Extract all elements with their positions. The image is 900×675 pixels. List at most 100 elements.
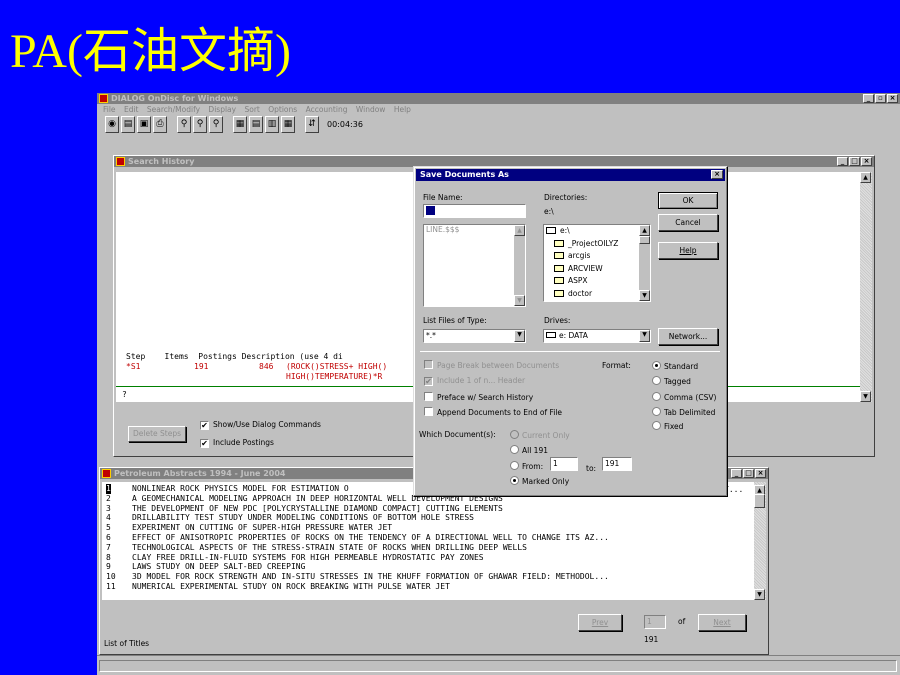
table-row[interactable]: 5 EXPERIMENT ON CUTTING OF SUPER-HIGH PRE… <box>102 523 754 533</box>
history-scrollbar[interactable]: ▲ ▼ <box>860 172 872 402</box>
maximize-icon[interactable]: □ <box>849 157 860 166</box>
scroll-down-icon[interactable]: ▼ <box>639 290 650 301</box>
menu-display[interactable]: Display <box>208 105 236 114</box>
globe-icon[interactable]: ◉ <box>105 116 119 133</box>
close-icon[interactable]: × <box>755 469 766 478</box>
help-button[interactable]: Help <box>658 242 718 259</box>
file-list-scrollbar[interactable]: ▲ ▼ <box>514 225 525 306</box>
table-row[interactable]: 7 TECHNOLOGICAL ASPECTS OF THE STRESS-STR… <box>102 543 754 553</box>
scroll-down-icon[interactable]: ▼ <box>754 589 765 600</box>
open-icon[interactable]: ▤ <box>121 116 135 133</box>
print-icon[interactable]: ⎙ <box>153 116 167 133</box>
table-row[interactable]: 4 DRILLABILITY TEST STUDY UNDER MODELING … <box>102 513 754 523</box>
scroll-thumb[interactable] <box>754 494 765 508</box>
page-number-field[interactable]: 1 <box>644 615 666 629</box>
file-item[interactable]: LINE.$$$ <box>426 225 525 235</box>
dir-item[interactable]: doctor <box>546 288 650 301</box>
from-radio[interactable]: From: <box>510 461 543 471</box>
marked-only-radio[interactable]: Marked Only <box>510 476 569 486</box>
menu-options[interactable]: Options <box>268 105 297 114</box>
status-panel <box>99 660 897 672</box>
history-step[interactable]: *S1 <box>126 362 140 372</box>
grid-icon[interactable]: ▦ <box>281 116 295 133</box>
chevron-down-icon[interactable]: ▼ <box>639 330 650 342</box>
scroll-down-icon[interactable]: ▼ <box>514 295 525 306</box>
next-button[interactable]: Next <box>698 614 746 631</box>
search-icon[interactable]: ⚲ <box>177 116 191 133</box>
row-title: LAWS STUDY ON DEEP SALT-BED CREEPING <box>132 562 306 572</box>
cancel-button[interactable]: Cancel <box>658 214 718 231</box>
table-row[interactable]: 8 CLAY FREE DRILL-IN-FLUID SYSTEMS FOR HI… <box>102 553 754 563</box>
minimize-icon[interactable]: _ <box>837 157 848 166</box>
directory-scrollbar[interactable]: ▲ ▼ <box>639 225 650 301</box>
sort-icon[interactable]: ⇵ <box>305 116 319 133</box>
dir-item-root[interactable]: e:\ <box>546 225 650 238</box>
file-type-select[interactable]: *.* ▼ <box>423 329 526 343</box>
show-dialog-checkbox[interactable]: ✔ Show/Use Dialog Commands <box>200 420 321 430</box>
minimize-icon[interactable]: _ <box>731 469 742 478</box>
table-row[interactable]: 11 NUMERICAL EXPERIMENTAL STUDY ON ROCK B… <box>102 582 754 592</box>
close-icon[interactable]: × <box>711 170 723 179</box>
display-icon[interactable]: ▦ <box>233 116 247 133</box>
menu-file[interactable]: File <box>103 105 116 114</box>
delete-steps-button[interactable]: Delete Steps <box>128 426 186 442</box>
include-postings-checkbox[interactable]: ✔ Include Postings <box>200 438 274 448</box>
format-csv-radio[interactable]: Comma (CSV) <box>652 392 716 402</box>
command-input[interactable]: ? <box>122 390 127 400</box>
maximize-icon[interactable]: □ <box>743 469 754 478</box>
history-items: 191 <box>194 362 209 371</box>
drive-icon <box>546 332 556 338</box>
chevron-down-icon[interactable]: ▼ <box>514 330 525 342</box>
ok-button[interactable]: OK <box>658 192 718 209</box>
menu-edit[interactable]: Edit <box>124 105 139 114</box>
format-fixed-radio[interactable]: Fixed <box>652 421 683 431</box>
app-titlebar[interactable]: DIALOG OnDisc for Windows _ ▫ × <box>97 93 900 104</box>
search-all-icon[interactable]: ⚲ <box>209 116 223 133</box>
search-list-icon[interactable]: ⚲ <box>193 116 207 133</box>
menu-accounting[interactable]: Accounting <box>306 105 348 114</box>
append-checkbox[interactable]: Append Documents to End of File <box>424 407 562 417</box>
format-tab-radio[interactable]: Tab Delimited <box>652 407 715 417</box>
table-icon[interactable]: ▥ <box>265 116 279 133</box>
scroll-up-icon[interactable]: ▲ <box>860 172 871 183</box>
from-input[interactable]: 1 <box>550 457 578 471</box>
file-name-input[interactable] <box>423 204 526 218</box>
drives-select[interactable]: e: DATA ▼ <box>543 329 651 343</box>
save-icon[interactable]: ▣ <box>137 116 151 133</box>
format-icon[interactable]: ▤ <box>249 116 263 133</box>
scroll-thumb[interactable] <box>639 236 650 244</box>
scroll-down-icon[interactable]: ▼ <box>860 391 871 402</box>
scroll-up-icon[interactable]: ▲ <box>639 225 650 236</box>
minimize-icon[interactable]: _ <box>863 94 874 103</box>
close-icon[interactable]: × <box>887 94 898 103</box>
menu-window[interactable]: Window <box>356 105 386 114</box>
to-input[interactable]: 191 <box>602 457 632 471</box>
results-scrollbar[interactable]: ▲ ▼ <box>754 482 766 600</box>
table-row[interactable]: 3 THE DEVELOPMENT OF NEW PDC [POLYCRYSTAL… <box>102 504 754 514</box>
table-row[interactable]: 9 LAWS STUDY ON DEEP SALT-BED CREEPING <box>102 562 754 572</box>
include-header-checkbox[interactable]: ✔ Include 1 of n... Header <box>424 376 525 386</box>
format-tagged-radio[interactable]: Tagged <box>652 376 691 386</box>
restore-icon[interactable]: ▫ <box>875 94 886 103</box>
all-radio[interactable]: All 191 <box>510 445 548 455</box>
directory-list[interactable]: e:\ _ProjectOILYZ arcgis ARCVIEW ASPX do… <box>543 224 651 302</box>
preface-checkbox[interactable]: Preface w/ Search History <box>424 392 533 402</box>
dir-item[interactable]: ASPX <box>546 275 650 288</box>
dialog-titlebar[interactable]: Save Documents As × <box>416 169 725 181</box>
table-row[interactable]: 6 EFFECT OF ANISOTROPIC PROPERTIES OF ROC… <box>102 533 754 543</box>
prev-button[interactable]: Prev <box>578 614 622 631</box>
table-row[interactable]: 10 3D MODEL FOR ROCK STRENGTH AND IN-SITU… <box>102 572 754 582</box>
scroll-up-icon[interactable]: ▲ <box>514 225 525 236</box>
dir-item[interactable]: ARCVIEW <box>546 263 650 276</box>
network-button[interactable]: Network... <box>658 328 718 345</box>
menu-sort[interactable]: Sort <box>244 105 259 114</box>
close-icon[interactable]: × <box>861 157 872 166</box>
page-break-checkbox[interactable]: Page Break between Documents <box>424 360 559 370</box>
menu-search-modify[interactable]: Search/Modify <box>147 105 200 114</box>
file-list[interactable]: LINE.$$$ ▲ ▼ <box>423 224 526 307</box>
menu-help[interactable]: Help <box>394 105 411 114</box>
current-only-radio[interactable]: Current Only <box>510 430 570 440</box>
dir-item[interactable]: _ProjectOILYZ <box>546 238 650 251</box>
format-standard-radio[interactable]: Standard <box>652 361 698 371</box>
dir-item[interactable]: arcgis <box>546 250 650 263</box>
